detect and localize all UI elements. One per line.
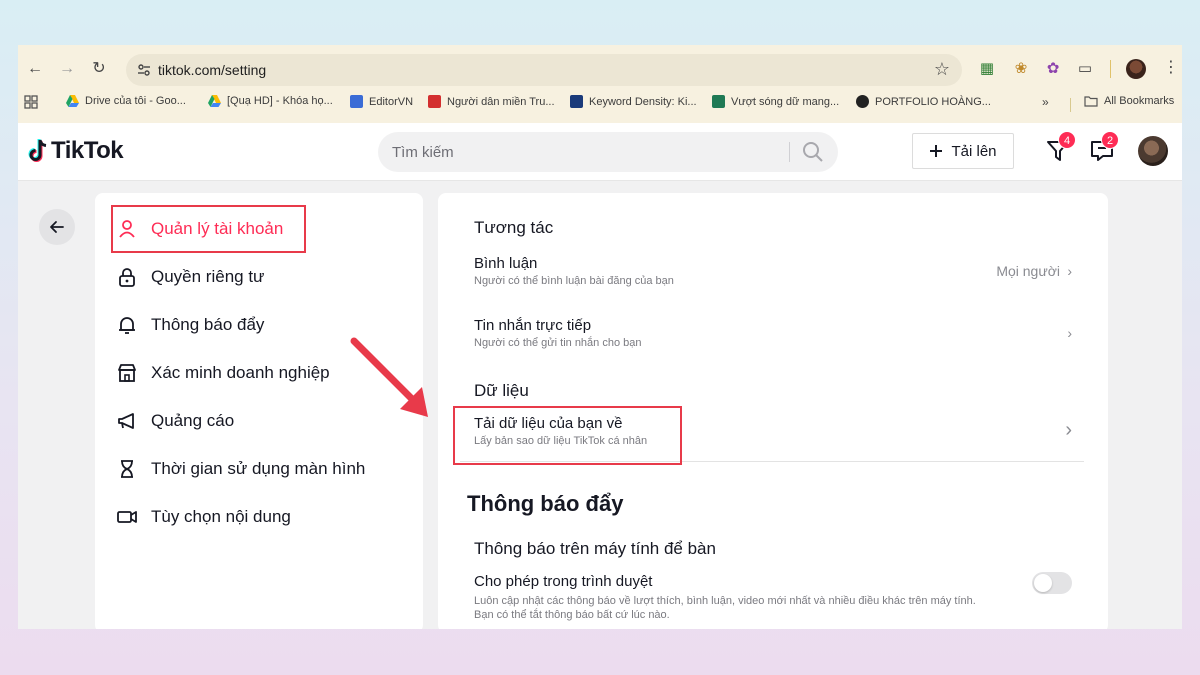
bookmark-item[interactable]: Drive của tôi - Goo... [66,95,186,107]
tiktok-header: TikTok Tìm kiếm Tải lên 4 2 [18,123,1182,181]
annotation-arrow-icon [350,337,428,417]
bell-icon [119,317,135,334]
reload-icon[interactable]: ↻ [88,58,110,80]
chevron-right-icon: › [1067,325,1072,341]
url-text[interactable]: tiktok.com/setting [158,62,266,78]
back-arrow-icon[interactable]: ← [24,58,46,80]
bookmark-item[interactable]: [Quạ HD] - Khóa họ... [208,95,333,107]
google-drive-icon [66,95,79,107]
store-icon [118,364,136,382]
browser-notifications-toggle[interactable] [1032,572,1072,594]
sidebar-item-ads[interactable]: Quảng cáo [117,411,234,431]
keyword-density-icon [570,95,583,108]
hourglass-icon [121,460,133,478]
row-subtitle: Người có thể gửi tin nhắn cho bạn [474,337,642,349]
apps-grid-icon[interactable] [24,95,38,109]
more-bookmarks-chevron-icon[interactable]: » [1042,95,1049,109]
chevron-right-icon: › [1067,263,1072,279]
browser-menu-icon[interactable]: ⋮ [1163,57,1179,77]
row-subtitle: Luôn cập nhật các thông báo về lượt thíc… [474,595,976,607]
flower-extension-icon[interactable]: ✿ [1044,60,1062,78]
plus-icon [930,145,943,157]
browser-window: ← → ↻ tiktok.com/setting ☆ ▦ ❀ ✿ ▭ ⋮ Dri… [18,45,1182,629]
comments-value: Mọi người [996,263,1060,279]
extension-badge-icon[interactable]: ❀ [1012,60,1030,78]
annotation-highlight-download [453,406,682,465]
browser-profile-avatar[interactable] [1126,59,1146,79]
bookmark-item[interactable]: Vượt sóng dữ mang... [712,95,839,108]
inbox-badge: 4 [1058,131,1076,149]
section-title-push-notifications: Thông báo đẩy [467,491,624,516]
browser-chrome: ← → ↻ tiktok.com/setting ☆ ▦ ❀ ✿ ▭ ⋮ Dri… [18,45,1182,123]
sidebar-item-screen-time[interactable]: Thời gian sử dụng màn hình [117,459,365,479]
user-avatar[interactable] [1138,136,1168,166]
back-button[interactable] [39,209,75,245]
bookmark-item[interactable]: EditorVN [350,95,413,108]
row-title: Bình luận [474,255,538,272]
sidebar-item-push-notifications[interactable]: Thông báo đẩy [117,315,264,335]
sidebar-item-content-preferences[interactable]: Tùy chọn nội dung [117,507,291,527]
annotation-highlight-account [111,205,306,253]
row-subtitle: Người có thể bình luận bài đăng của bạn [474,275,674,287]
news-site-icon [428,95,441,108]
bookmarks-bar: Drive của tôi - Goo... [Quạ HD] - Khóa h… [18,93,1182,115]
search-icon[interactable] [802,141,824,163]
address-bar[interactable]: tiktok.com/setting ☆ [126,54,962,86]
bookmark-star-icon[interactable]: ☆ [934,59,950,80]
section-title-interaction: Tương tác [474,218,554,237]
upload-button[interactable]: Tải lên [912,133,1014,169]
puzzle-extensions-icon[interactable]: ▭ [1076,60,1094,78]
bookmark-item[interactable]: Người dân miền Tru... [428,95,555,108]
bookmark-item[interactable]: PORTFOLIO HOÀNG... [856,95,991,108]
search-divider [789,142,790,162]
google-drive-icon [208,95,221,107]
logo-text: TikTok [51,137,124,164]
search-input[interactable]: Tìm kiếm [392,144,454,161]
tiktok-logo[interactable]: TikTok [27,137,124,165]
lock-icon [119,268,135,287]
subsection-title-desktop: Thông báo trên máy tính để bàn [474,539,716,558]
all-bookmarks-folder[interactable]: All Bookmarks [1084,95,1174,107]
messages-badge: 2 [1101,131,1119,149]
sidebar-item-privacy[interactable]: Quyền riêng tư [117,267,264,287]
arrow-left-icon [50,221,64,233]
site-settings-icon[interactable] [136,62,152,78]
editorvn-icon [350,95,363,108]
megaphone-icon [118,413,134,429]
video-icon [117,511,137,523]
portfolio-icon [856,95,869,108]
row-title: Tin nhắn trực tiếp [474,317,592,334]
search-bar[interactable]: Tìm kiếm [378,132,838,172]
folder-icon [1084,96,1098,107]
bookmark-item[interactable]: Keyword Density: Ki... [570,95,697,108]
row-subtitle: Bạn có thể tắt thông báo bất cứ lúc nào. [474,609,670,621]
wave-site-icon [712,95,725,108]
sidebar-item-business-verification[interactable]: Xác minh doanh nghiệp [117,363,330,383]
upload-label: Tải lên [951,142,997,160]
toolbar-divider [1110,60,1111,78]
bookmarks-divider [1070,98,1071,112]
forward-arrow-icon[interactable]: → [56,58,78,80]
section-title-data: Dữ liệu [474,381,529,400]
chevron-right-icon: › [1065,419,1072,441]
tiktok-note-icon [28,139,47,162]
sheets-extension-icon[interactable]: ▦ [978,60,996,78]
row-title: Cho phép trong trình duyệt [474,573,653,590]
